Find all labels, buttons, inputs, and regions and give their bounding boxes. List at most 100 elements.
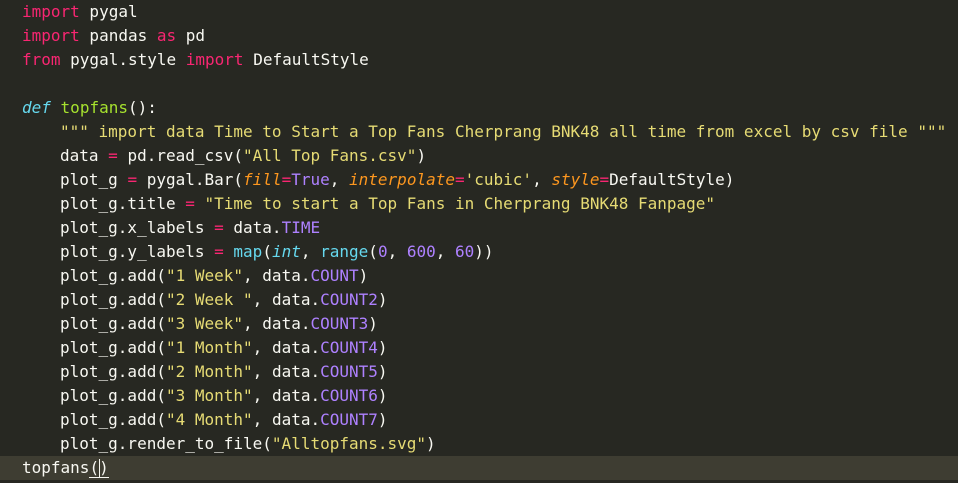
code-line-7[interactable]: data = pd.read_csv("All Top Fans.csv") <box>22 144 426 168</box>
attribute-name: COUNT6 <box>320 386 378 405</box>
code-text: plot_g.y_labels <box>60 242 215 261</box>
parameter-name: style <box>551 170 600 189</box>
code-text: DefaultStyle) <box>609 170 735 189</box>
string-literal: "2 Week " <box>165 290 253 309</box>
number-literal: 0 <box>377 242 388 261</box>
keyword-as: as <box>156 26 177 45</box>
code-text: plot_g.title <box>60 194 186 213</box>
keyword-import: import <box>22 26 80 45</box>
code-line-6[interactable]: """ import data Time to Start a Top Fans… <box>22 120 946 144</box>
code-text: pd.read_csv( <box>117 146 244 165</box>
code-line-12[interactable]: plot_g.add("1 Week", data.COUNT) <box>22 264 368 288</box>
code-text: , <box>300 242 321 261</box>
code-line-16[interactable]: plot_g.add("2 Month", data.COUNT5) <box>22 360 388 384</box>
code-line-2[interactable]: import pandas as pd <box>22 24 205 48</box>
code-text: (): <box>127 98 157 117</box>
operator: = <box>599 170 610 189</box>
code-text: ( <box>262 242 272 261</box>
string-literal: "All Top Fans.csv" <box>243 146 417 165</box>
attribute-name: COUNT <box>310 266 359 285</box>
code-text: ) <box>416 146 427 165</box>
keyword-import: import <box>185 50 244 69</box>
code-line-15[interactable]: plot_g.add("1 Month", data.COUNT4) <box>22 336 388 360</box>
string-literal: "Time to start a Top Fans in Cherprang B… <box>204 194 716 213</box>
operator: = <box>214 242 224 261</box>
code-text: pygal.style <box>60 50 186 69</box>
attribute-name: TIME <box>281 218 321 237</box>
operator: = <box>281 170 292 189</box>
code-text: ) <box>377 338 388 357</box>
code-line-20-active[interactable]: topfans() <box>0 456 958 480</box>
attribute-name: COUNT4 <box>320 338 378 357</box>
code-text: pygal <box>79 2 138 21</box>
code-text: pygal.Bar( <box>137 170 244 189</box>
code-text: ) <box>377 362 388 381</box>
code-text: data <box>60 146 109 165</box>
keyword-def: def <box>22 98 51 117</box>
code-text: plot_g.add( <box>60 410 166 429</box>
code-text: plot_g.add( <box>60 338 166 357</box>
code-text: , data. <box>252 290 321 309</box>
operator: = <box>127 170 138 189</box>
number-literal: 60 <box>455 242 475 261</box>
code-line-17[interactable]: plot_g.add("3 Month", data.COUNT6) <box>22 384 388 408</box>
parameter-name: fill <box>243 170 282 189</box>
code-text: DefaultStyle <box>243 50 369 69</box>
code-text: plot_g.x_labels <box>60 218 215 237</box>
code-text: , data. <box>252 386 321 405</box>
keyword-from: from <box>22 50 61 69</box>
code-text: ) <box>358 266 369 285</box>
code-text: pandas <box>79 26 157 45</box>
code-text: ) <box>426 434 436 453</box>
function-name: topfans <box>60 98 128 117</box>
keyword-import: import <box>22 2 80 21</box>
code-editor[interactable]: import pygal import pandas as pd from py… <box>0 0 958 483</box>
code-text: ) <box>377 410 388 429</box>
string-literal: "2 Month" <box>165 362 253 381</box>
code-line-11[interactable]: plot_g.y_labels = map(int, range(0, 600,… <box>22 240 494 264</box>
code-text: plot_g.add( <box>60 362 166 381</box>
code-text: ) <box>377 290 388 309</box>
code-text: , data. <box>252 338 321 357</box>
operator: = <box>185 194 195 213</box>
code-line-19[interactable]: plot_g.render_to_file("Alltopfans.svg") <box>22 432 436 456</box>
string-literal: "1 Week" <box>165 266 244 285</box>
code-text: , data. <box>243 266 311 285</box>
code-line-13[interactable]: plot_g.add("2 Week ", data.COUNT2) <box>22 288 388 312</box>
code-text: plot_g.add( <box>60 266 166 285</box>
attribute-name: COUNT5 <box>320 362 378 381</box>
number-literal: 600 <box>406 242 436 261</box>
code-text: ) <box>368 314 378 333</box>
code-text: plot_g.add( <box>60 314 166 333</box>
code-line-18[interactable]: plot_g.add("4 Month", data.COUNT7) <box>22 408 388 432</box>
string-literal: "1 Month" <box>165 338 253 357</box>
code-text: data. <box>223 218 282 237</box>
code-text: , data. <box>252 362 321 381</box>
open-paren: ( <box>89 458 100 478</box>
operator: = <box>454 170 465 189</box>
code-line-14[interactable]: plot_g.add("3 Week", data.COUNT3) <box>22 312 378 336</box>
code-text: plot_g.add( <box>60 386 166 405</box>
code-line-8[interactable]: plot_g = pygal.Bar(fill=True, interpolat… <box>22 168 734 192</box>
parameter-name: interpolate <box>349 170 455 189</box>
string-literal: "3 Week" <box>165 314 244 333</box>
constant: True <box>291 170 330 189</box>
code-line-1[interactable]: import pygal <box>22 0 138 24</box>
code-line-5[interactable]: def topfans(): <box>22 96 157 120</box>
code-line-10[interactable]: plot_g.x_labels = data.TIME <box>22 216 320 240</box>
builtin-function: range <box>320 242 369 261</box>
builtin-type: int <box>271 242 301 261</box>
code-text: pd <box>176 26 206 45</box>
code-text: , <box>387 242 407 261</box>
code-text: , data. <box>252 410 321 429</box>
code-text: plot_g.render_to_file( <box>60 434 272 453</box>
attribute-name: COUNT7 <box>320 410 378 429</box>
code-line-9[interactable]: plot_g.title = "Time to start a Top Fans… <box>22 192 715 216</box>
code-line-3[interactable]: from pygal.style import DefaultStyle <box>22 48 369 72</box>
string-literal: "4 Month" <box>165 410 253 429</box>
string-literal: 'cubic' <box>464 170 533 189</box>
code-text: plot_g <box>60 170 128 189</box>
code-text: , <box>329 170 350 189</box>
operator: = <box>108 146 118 165</box>
